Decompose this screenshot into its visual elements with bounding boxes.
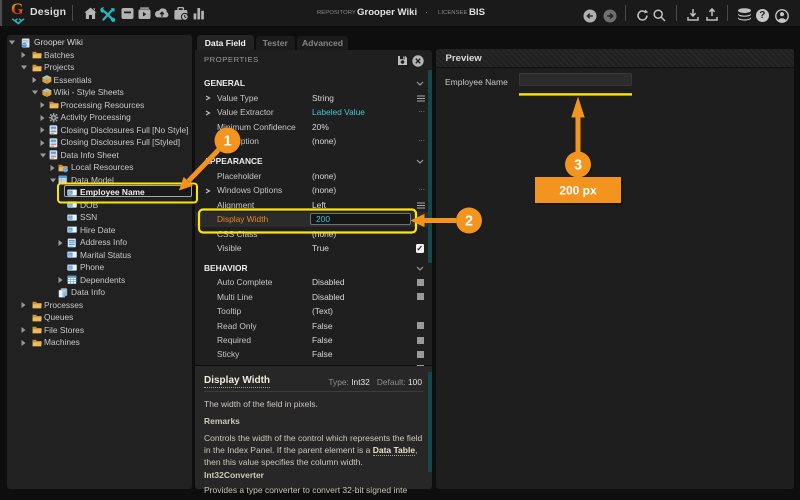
svg-text:2: 2 [465, 214, 473, 230]
svg-text:200 px: 200 px [559, 184, 597, 198]
svg-text:3: 3 [574, 158, 582, 174]
svg-text:1: 1 [223, 134, 231, 150]
